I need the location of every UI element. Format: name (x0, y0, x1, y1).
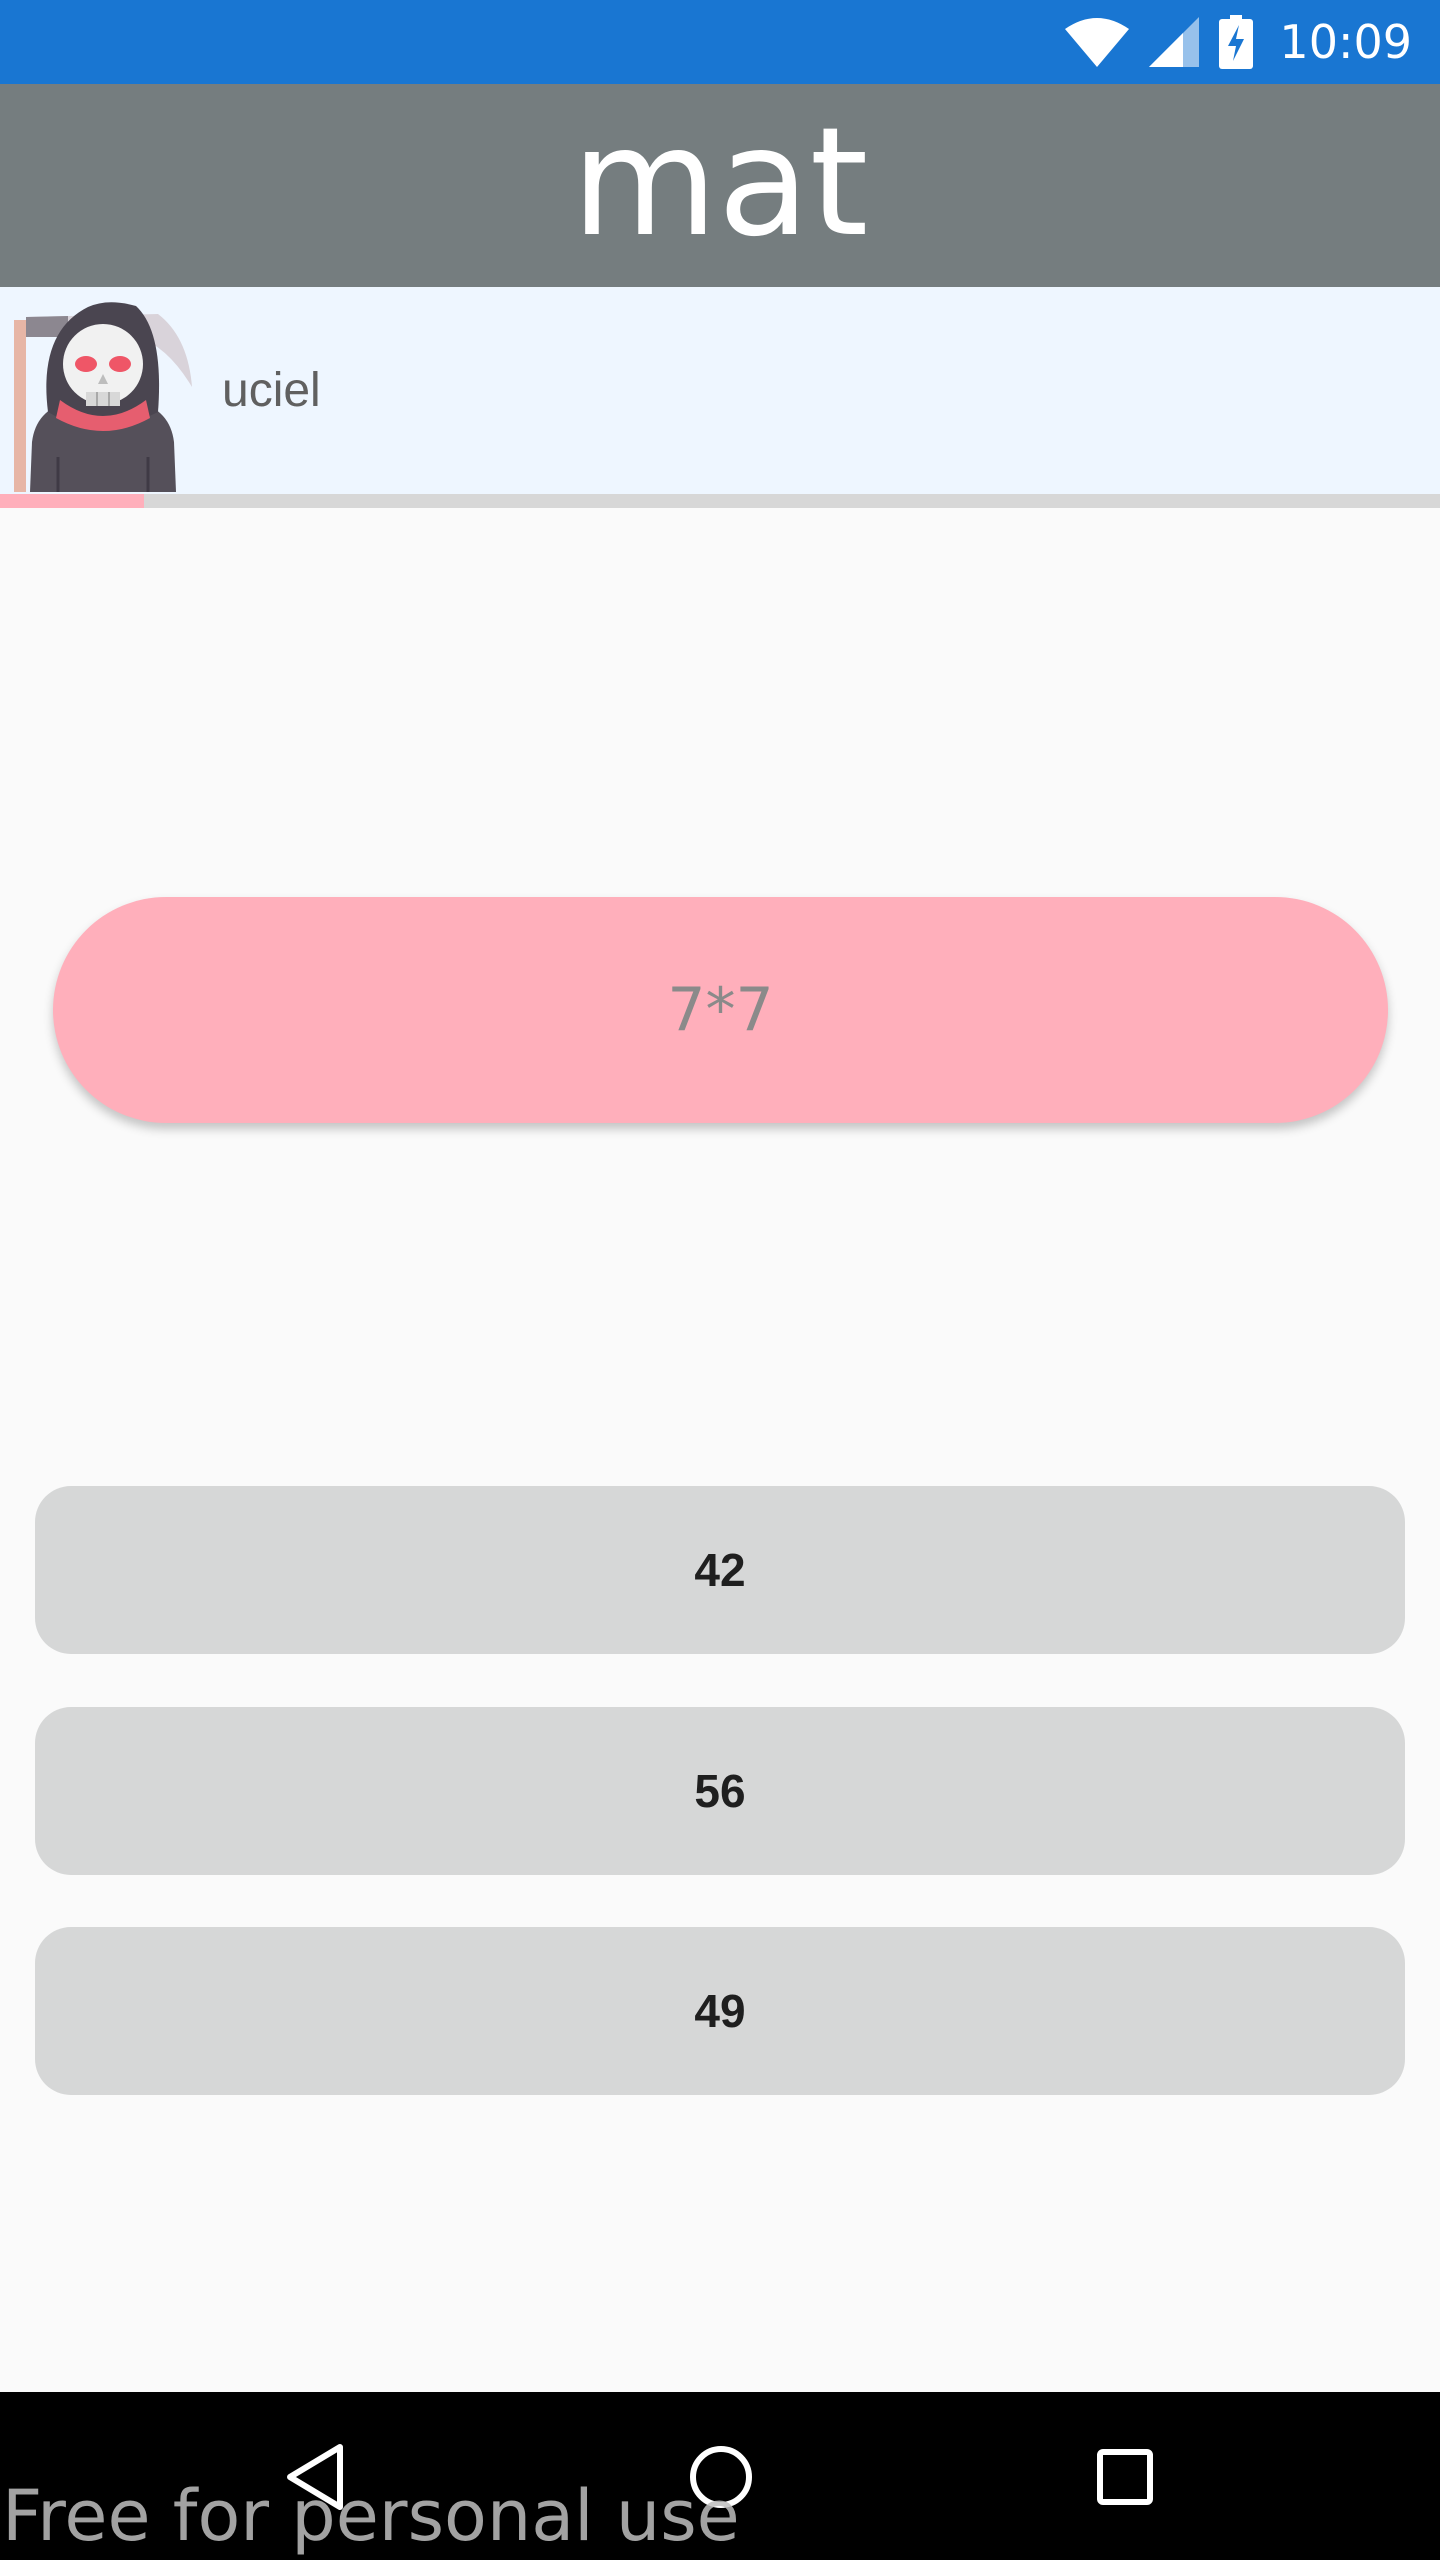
progress-bar (0, 494, 1440, 508)
wifi-icon (1065, 18, 1130, 67)
cell-signal-icon (1149, 17, 1200, 67)
answer-label: 56 (694, 1765, 746, 1817)
status-bar: 10:09 (0, 0, 1440, 84)
user-name: uciel (222, 364, 321, 417)
app-title: mat (571, 95, 869, 270)
watermark: Free for personal use (2, 2475, 740, 2557)
answer-button-3[interactable]: 49 (35, 1927, 1405, 2095)
status-time: 10:09 (1279, 15, 1412, 69)
app-bar: mat (0, 84, 1440, 287)
answer-button-2[interactable]: 56 (35, 1707, 1405, 1875)
answer-label: 49 (694, 1985, 746, 2037)
user-row: uciel (0, 287, 1440, 494)
grim-reaper-avatar (14, 302, 192, 492)
answer-label: 42 (694, 1544, 746, 1596)
recents-icon[interactable] (1096, 2448, 1154, 2506)
question-card: 7*7 (53, 897, 1388, 1123)
question-text: 7*7 (667, 975, 774, 1045)
progress-fill (0, 494, 144, 508)
answer-button-1[interactable]: 42 (35, 1486, 1405, 1654)
status-icons: 10:09 (1065, 0, 1412, 84)
battery-charging-icon (1219, 15, 1254, 69)
